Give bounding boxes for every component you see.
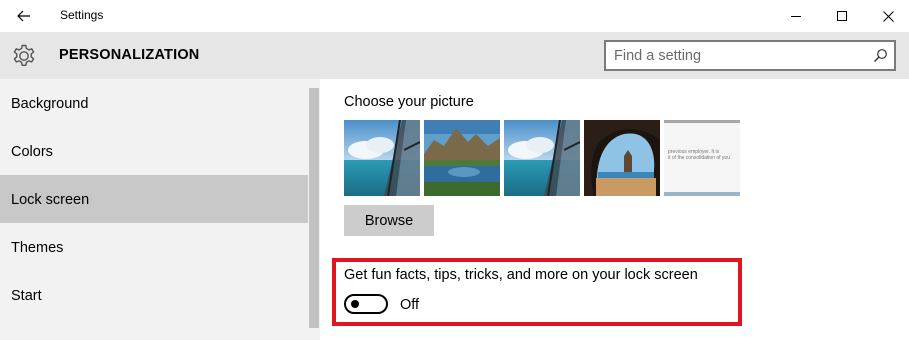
sidebar-scrollbar-thumb[interactable]	[309, 88, 319, 328]
beach-window-image	[344, 120, 420, 196]
sidebar-item-background[interactable]: Background	[0, 79, 308, 127]
sidebar-item-label: Start	[11, 288, 42, 304]
sea-cave-image	[584, 120, 660, 196]
maximize-button[interactable]	[819, 0, 865, 32]
sidebar-item-label: Lock screen	[11, 192, 90, 208]
back-arrow-icon	[17, 10, 30, 22]
picture-thumbnail-4[interactable]	[584, 120, 660, 196]
maximize-icon	[836, 10, 847, 21]
sidebar-item-start[interactable]: Start	[0, 271, 308, 319]
page-heading: PERSONALIZATION	[59, 47, 200, 63]
close-icon	[882, 10, 894, 22]
search-input[interactable]	[614, 47, 864, 65]
sidebar-item-lock-screen[interactable]: Lock screen	[0, 175, 308, 223]
back-button[interactable]	[9, 4, 39, 28]
sidebar-item-label: Themes	[11, 240, 64, 256]
minimize-icon	[790, 15, 801, 17]
picture-thumbnail-2[interactable]	[424, 120, 500, 196]
title-bar: Settings	[0, 0, 909, 32]
document-image: previous employer. It is it of the conso…	[664, 120, 740, 196]
mountain-lake-image	[424, 120, 500, 196]
toggle-knob	[351, 300, 359, 308]
lock-screen-tips-toggle[interactable]	[344, 294, 388, 314]
search-icon[interactable]	[873, 48, 888, 63]
picture-thumbnail-3[interactable]	[504, 120, 580, 196]
lock-screen-tips-label: Get fun facts, tips, tricks, and more on…	[344, 267, 698, 283]
toggle-state-label: Off	[400, 297, 420, 313]
snippet-line-2: it of the consolidation of you	[668, 155, 730, 161]
sidebar-item-themes[interactable]: Themes	[0, 223, 308, 271]
gear-icon	[13, 44, 35, 66]
picture-thumbnail-1[interactable]	[344, 120, 420, 196]
window-title: Settings	[60, 8, 104, 22]
close-button[interactable]	[865, 0, 909, 32]
settings-header: PERSONALIZATION	[0, 32, 909, 79]
sidebar: Background Colors Lock screen Themes Sta…	[0, 79, 308, 340]
browse-button[interactable]: Browse	[344, 205, 434, 236]
sidebar-item-colors[interactable]: Colors	[0, 127, 308, 175]
beach-window-image	[504, 120, 580, 196]
sidebar-item-label: Background	[11, 96, 89, 112]
minimize-button[interactable]	[773, 0, 819, 32]
sidebar-item-label: Colors	[11, 144, 53, 160]
picture-thumbnail-5[interactable]: previous employer. It is it of the conso…	[664, 120, 740, 196]
search-box[interactable]	[604, 40, 896, 71]
choose-picture-title: Choose your picture	[344, 94, 474, 110]
